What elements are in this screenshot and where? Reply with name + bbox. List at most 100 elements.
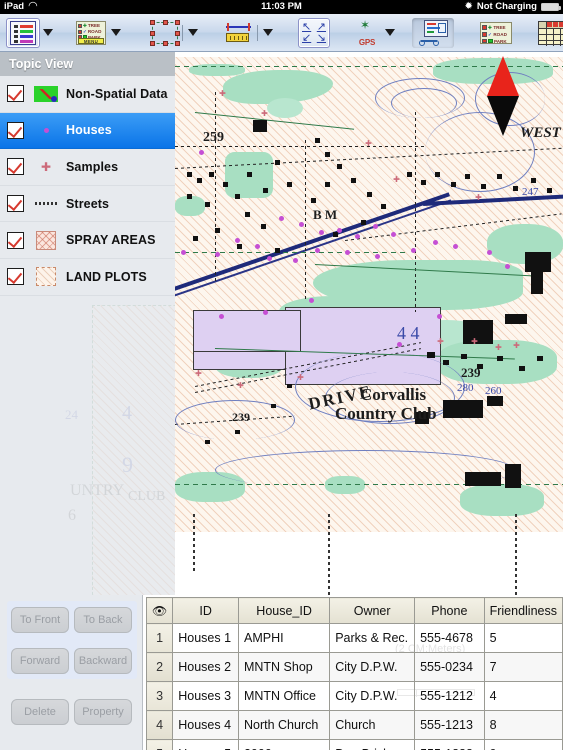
house-point[interactable] xyxy=(255,244,260,249)
zoom-full-tool[interactable]: ↖ ↗ ↙ ↘ xyxy=(298,17,330,48)
house-point[interactable] xyxy=(391,232,396,237)
house-point[interactable] xyxy=(373,224,378,229)
measure-dropdown-caret[interactable] xyxy=(263,29,273,36)
cell-id[interactable]: Houses 2 xyxy=(172,652,239,682)
cell-house-id[interactable]: MNTN Shop xyxy=(237,652,331,682)
sample-point[interactable]: ✚ xyxy=(437,338,444,346)
sample-point[interactable]: ✚ xyxy=(471,338,478,346)
cell-phone[interactable]: 555-4678 xyxy=(414,623,485,653)
layer-checkbox[interactable] xyxy=(7,268,24,286)
chart-tool[interactable] xyxy=(412,17,454,48)
backward-button[interactable]: Backward xyxy=(74,648,132,674)
map-canvas[interactable]: ✚ ✚ ✚ ✚ ✚ ✚ ✚ ✚ ✚ ✚ ✚ ✚ 259 B M WEST 247… xyxy=(175,52,563,595)
house-point[interactable] xyxy=(375,254,380,259)
house-point[interactable] xyxy=(433,240,438,245)
house-point[interactable] xyxy=(319,230,324,235)
house-point[interactable] xyxy=(345,250,350,255)
edit-shape-dropdown-caret[interactable] xyxy=(188,29,198,36)
cell-friendliness[interactable]: 5 xyxy=(483,623,563,653)
legend-tool[interactable]: ✚ TREE ✓ ROAD PARK xyxy=(478,18,514,48)
forward-button[interactable]: Forward xyxy=(11,648,69,674)
house-point[interactable] xyxy=(263,310,268,315)
house-point[interactable] xyxy=(337,228,342,233)
column-header-friendliness[interactable]: Friendliness xyxy=(483,597,563,624)
layer-checkbox[interactable] xyxy=(7,158,24,176)
legend-menu-tool[interactable]: ✚TREE ✓ROAD PARK MENU xyxy=(74,18,108,48)
cell-friendliness[interactable]: 4 xyxy=(483,681,563,711)
house-point[interactable] xyxy=(487,250,492,255)
house-point[interactable] xyxy=(219,314,224,319)
house-point[interactable] xyxy=(309,298,314,303)
cell-owner[interactable]: City D.P.W. xyxy=(329,652,416,682)
table-row[interactable]: 3 Houses 3 MNTN Office City D.P.W. 555-1… xyxy=(145,681,563,711)
sample-point[interactable]: ✚ xyxy=(261,110,268,118)
cell-phone[interactable]: 555-1888 xyxy=(414,739,485,750)
sample-point[interactable]: ✚ xyxy=(495,344,502,352)
cell-friendliness[interactable]: 9 xyxy=(483,739,563,750)
house-point[interactable] xyxy=(299,222,304,227)
delete-button[interactable]: Delete xyxy=(11,699,69,725)
cell-id[interactable]: Houses 5 xyxy=(172,739,239,750)
cell-owner[interactable]: Parks & Rec. xyxy=(329,623,416,653)
table-row[interactable]: 4 Houses 4 North Church Church 555-1213 … xyxy=(145,710,563,740)
sidebar-item-land-plots[interactable]: LAND PLOTS xyxy=(0,259,175,296)
cell-phone[interactable]: 555-1212 xyxy=(414,681,485,711)
layers-dropdown-caret[interactable] xyxy=(43,29,53,36)
cell-friendliness[interactable]: 7 xyxy=(483,652,563,682)
cell-house-id[interactable]: North Church xyxy=(237,710,331,740)
house-point[interactable] xyxy=(315,248,320,253)
house-point[interactable] xyxy=(505,264,510,269)
visibility-column-header[interactable]: 👁 xyxy=(145,597,174,624)
attribute-table-panel[interactable]: (2 CM:Meters) 289.90 👁 ID House_ID Owner… xyxy=(143,595,563,750)
sample-point[interactable]: ✚ xyxy=(393,176,400,184)
measure-tool[interactable] xyxy=(223,18,255,48)
house-point[interactable] xyxy=(267,256,272,261)
sidebar-item-samples[interactable]: ✚ Samples xyxy=(0,149,175,186)
table-row[interactable]: 1 Houses 1 AMPHI Parks & Rec. 555-4678 5 xyxy=(145,623,563,653)
edit-shape-tool[interactable] xyxy=(150,18,180,48)
house-point[interactable] xyxy=(437,314,442,319)
cell-owner[interactable]: City D.P.W. xyxy=(329,681,416,711)
house-point[interactable] xyxy=(279,216,284,221)
cell-friendliness[interactable]: 8 xyxy=(483,710,563,740)
sample-point[interactable]: ✚ xyxy=(475,194,482,202)
cell-id[interactable]: Houses 3 xyxy=(172,681,239,711)
sample-point[interactable]: ✚ xyxy=(237,382,244,390)
layer-checkbox[interactable] xyxy=(7,195,24,213)
sample-point[interactable]: ✚ xyxy=(513,342,520,350)
house-point[interactable] xyxy=(215,252,220,257)
house-point[interactable] xyxy=(181,250,186,255)
sidebar-item-streets[interactable]: Streets xyxy=(0,186,175,223)
column-header-id[interactable]: ID xyxy=(172,597,239,624)
to-back-button[interactable]: To Back xyxy=(74,607,132,633)
table-row[interactable]: 5 Houses 5 2000 Don Brick 555-1888 9 xyxy=(145,739,563,750)
cell-phone[interactable]: 555-0234 xyxy=(414,652,485,682)
legend-menu-dropdown-caret[interactable] xyxy=(111,29,121,36)
sample-point[interactable]: ✚ xyxy=(365,140,372,148)
house-point[interactable] xyxy=(199,150,204,155)
to-front-button[interactable]: To Front xyxy=(11,607,69,633)
layer-checkbox[interactable] xyxy=(7,231,24,249)
gps-dropdown-caret[interactable] xyxy=(385,29,395,36)
table-row[interactable]: 2 Houses 2 MNTN Shop City D.P.W. 555-023… xyxy=(145,652,563,682)
house-point[interactable] xyxy=(235,238,240,243)
layers-tool[interactable] xyxy=(6,17,40,48)
house-point[interactable] xyxy=(453,244,458,249)
cell-phone[interactable]: 555-1213 xyxy=(414,710,485,740)
layer-checkbox[interactable] xyxy=(7,85,24,103)
cell-house-id[interactable]: MNTN Office xyxy=(237,681,331,711)
sidebar-item-houses[interactable]: Houses xyxy=(0,112,175,150)
cell-id[interactable]: Houses 1 xyxy=(172,623,239,653)
house-point[interactable] xyxy=(355,234,360,239)
sidebar-item-spray-areas[interactable]: SPRAY AREAS xyxy=(0,222,175,259)
sample-point[interactable]: ✚ xyxy=(297,374,304,382)
house-point[interactable] xyxy=(411,248,416,253)
layer-checkbox[interactable] xyxy=(7,121,24,139)
column-header-phone[interactable]: Phone xyxy=(414,597,485,624)
attribute-table[interactable]: 👁 ID House_ID Owner Phone Friendliness 1… xyxy=(145,597,563,750)
cell-id[interactable]: Houses 4 xyxy=(172,710,239,740)
sample-point[interactable]: ✚ xyxy=(195,370,202,378)
gps-tool[interactable]: ✶ GPS xyxy=(352,18,382,48)
house-point[interactable] xyxy=(293,258,298,263)
cell-house-id[interactable]: 2000 xyxy=(237,739,331,750)
